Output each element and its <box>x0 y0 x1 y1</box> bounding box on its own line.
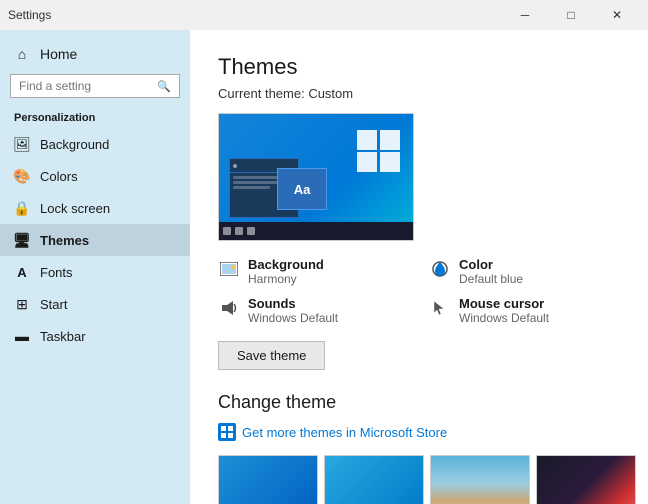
windows-logo <box>357 130 401 174</box>
win-logo-square-4 <box>380 152 400 172</box>
theme-info-color[interactable]: Color Default blue <box>429 257 620 286</box>
themes-icon: 🖥 <box>14 232 30 248</box>
colors-icon: 🎨 <box>14 168 30 184</box>
home-icon: ⌂ <box>14 46 30 62</box>
preview-taskbar <box>219 222 413 240</box>
aa-text: Aa <box>294 182 311 197</box>
sidebar-home-item[interactable]: ⌂ Home <box>0 38 190 70</box>
sounds-info-value: Windows Default <box>248 311 338 325</box>
background-icon: 🖼 <box>14 136 30 152</box>
mousecursor-info-text: Mouse cursor Windows Default <box>459 296 549 325</box>
theme-thumb-2[interactable] <box>324 455 424 504</box>
sounds-info-text: Sounds Windows Default <box>248 296 338 325</box>
theme-preview: Aa <box>218 113 414 241</box>
sidebar-item-start[interactable]: ⊞ Start <box>0 288 190 320</box>
theme-thumb-4[interactable] <box>536 455 636 504</box>
sidebar-item-label: Taskbar <box>40 329 86 344</box>
color-info-text: Color Default blue <box>459 257 523 286</box>
mousecursor-info-value: Windows Default <box>459 311 549 325</box>
maximize-button[interactable]: □ <box>548 0 594 30</box>
content-area: Themes Current theme: Custom <box>190 30 648 504</box>
sidebar-item-themes[interactable]: 🖥 Themes <box>0 224 190 256</box>
sidebar-section-label: Personalization <box>0 106 190 128</box>
sidebar-item-lockscreen[interactable]: 🔒 Lock screen <box>0 192 190 224</box>
sidebar-item-background[interactable]: 🖼 Background <box>0 128 190 160</box>
theme-thumb-1[interactable] <box>218 455 318 504</box>
search-input[interactable] <box>19 79 157 93</box>
ms-store-label: Get more themes in Microsoft Store <box>242 425 447 440</box>
win-logo-square-3 <box>357 152 377 172</box>
theme-thumbnails <box>218 455 620 504</box>
sidebar-item-label: Themes <box>40 233 89 248</box>
sidebar-item-label: Start <box>40 297 67 312</box>
color-info-value: Default blue <box>459 272 523 286</box>
sounds-info-icon <box>218 297 240 319</box>
sounds-info-name: Sounds <box>248 296 338 311</box>
background-info-icon <box>218 258 240 280</box>
theme-info-grid: Background Harmony Color Default blue <box>218 257 620 325</box>
taskbar-icon: ▬ <box>14 328 30 344</box>
sidebar: ⌂ Home 🔍 Personalization 🖼 Background 🎨 … <box>0 30 190 504</box>
color-info-name: Color <box>459 257 523 272</box>
save-theme-button[interactable]: Save theme <box>218 341 325 370</box>
change-theme-title: Change theme <box>218 392 620 413</box>
win-dot <box>233 164 237 168</box>
theme-thumb-3[interactable] <box>430 455 530 504</box>
start-icon: ⊞ <box>14 296 30 312</box>
sidebar-item-label: Fonts <box>40 265 73 280</box>
taskbar-dot <box>247 227 255 235</box>
sidebar-item-fonts[interactable]: A Fonts <box>0 256 190 288</box>
background-info-value: Harmony <box>248 272 324 286</box>
sidebar-item-taskbar[interactable]: ▬ Taskbar <box>0 320 190 352</box>
win-line <box>233 181 283 184</box>
background-info-text: Background Harmony <box>248 257 324 286</box>
sidebar-item-colors[interactable]: 🎨 Colors <box>0 160 190 192</box>
taskbar-dot <box>235 227 243 235</box>
color-info-icon <box>429 258 451 280</box>
search-box[interactable]: 🔍 <box>10 74 180 98</box>
lockscreen-icon: 🔒 <box>14 200 30 216</box>
minimize-button[interactable]: ─ <box>502 0 548 30</box>
theme-info-sounds[interactable]: Sounds Windows Default <box>218 296 409 325</box>
title-bar: Settings ─ □ ✕ <box>0 0 648 30</box>
search-icon: 🔍 <box>157 80 171 93</box>
theme-info-background[interactable]: Background Harmony <box>218 257 409 286</box>
sidebar-home-label: Home <box>40 46 77 62</box>
ms-store-link[interactable]: Get more themes in Microsoft Store <box>218 423 620 441</box>
theme-info-mousecursor[interactable]: Mouse cursor Windows Default <box>429 296 620 325</box>
aa-box: Aa <box>277 168 327 210</box>
close-button[interactable]: ✕ <box>594 0 640 30</box>
background-info-name: Background <box>248 257 324 272</box>
page-title: Themes <box>218 54 620 80</box>
sidebar-item-label: Colors <box>40 169 78 184</box>
mousecursor-info-icon <box>429 297 451 319</box>
main-layout: ⌂ Home 🔍 Personalization 🖼 Background 🎨 … <box>0 30 648 504</box>
win-line <box>233 186 270 189</box>
sidebar-item-label: Lock screen <box>40 201 110 216</box>
ms-store-icon <box>218 423 236 441</box>
mousecursor-info-name: Mouse cursor <box>459 296 549 311</box>
fonts-icon: A <box>14 264 30 280</box>
window-title: Settings <box>8 8 51 22</box>
win-logo-square-1 <box>357 130 377 150</box>
window-controls: ─ □ ✕ <box>502 0 640 30</box>
sidebar-item-label: Background <box>40 137 109 152</box>
current-theme-label: Current theme: Custom <box>218 86 620 101</box>
win-logo-square-2 <box>380 130 400 150</box>
taskbar-dot <box>223 227 231 235</box>
